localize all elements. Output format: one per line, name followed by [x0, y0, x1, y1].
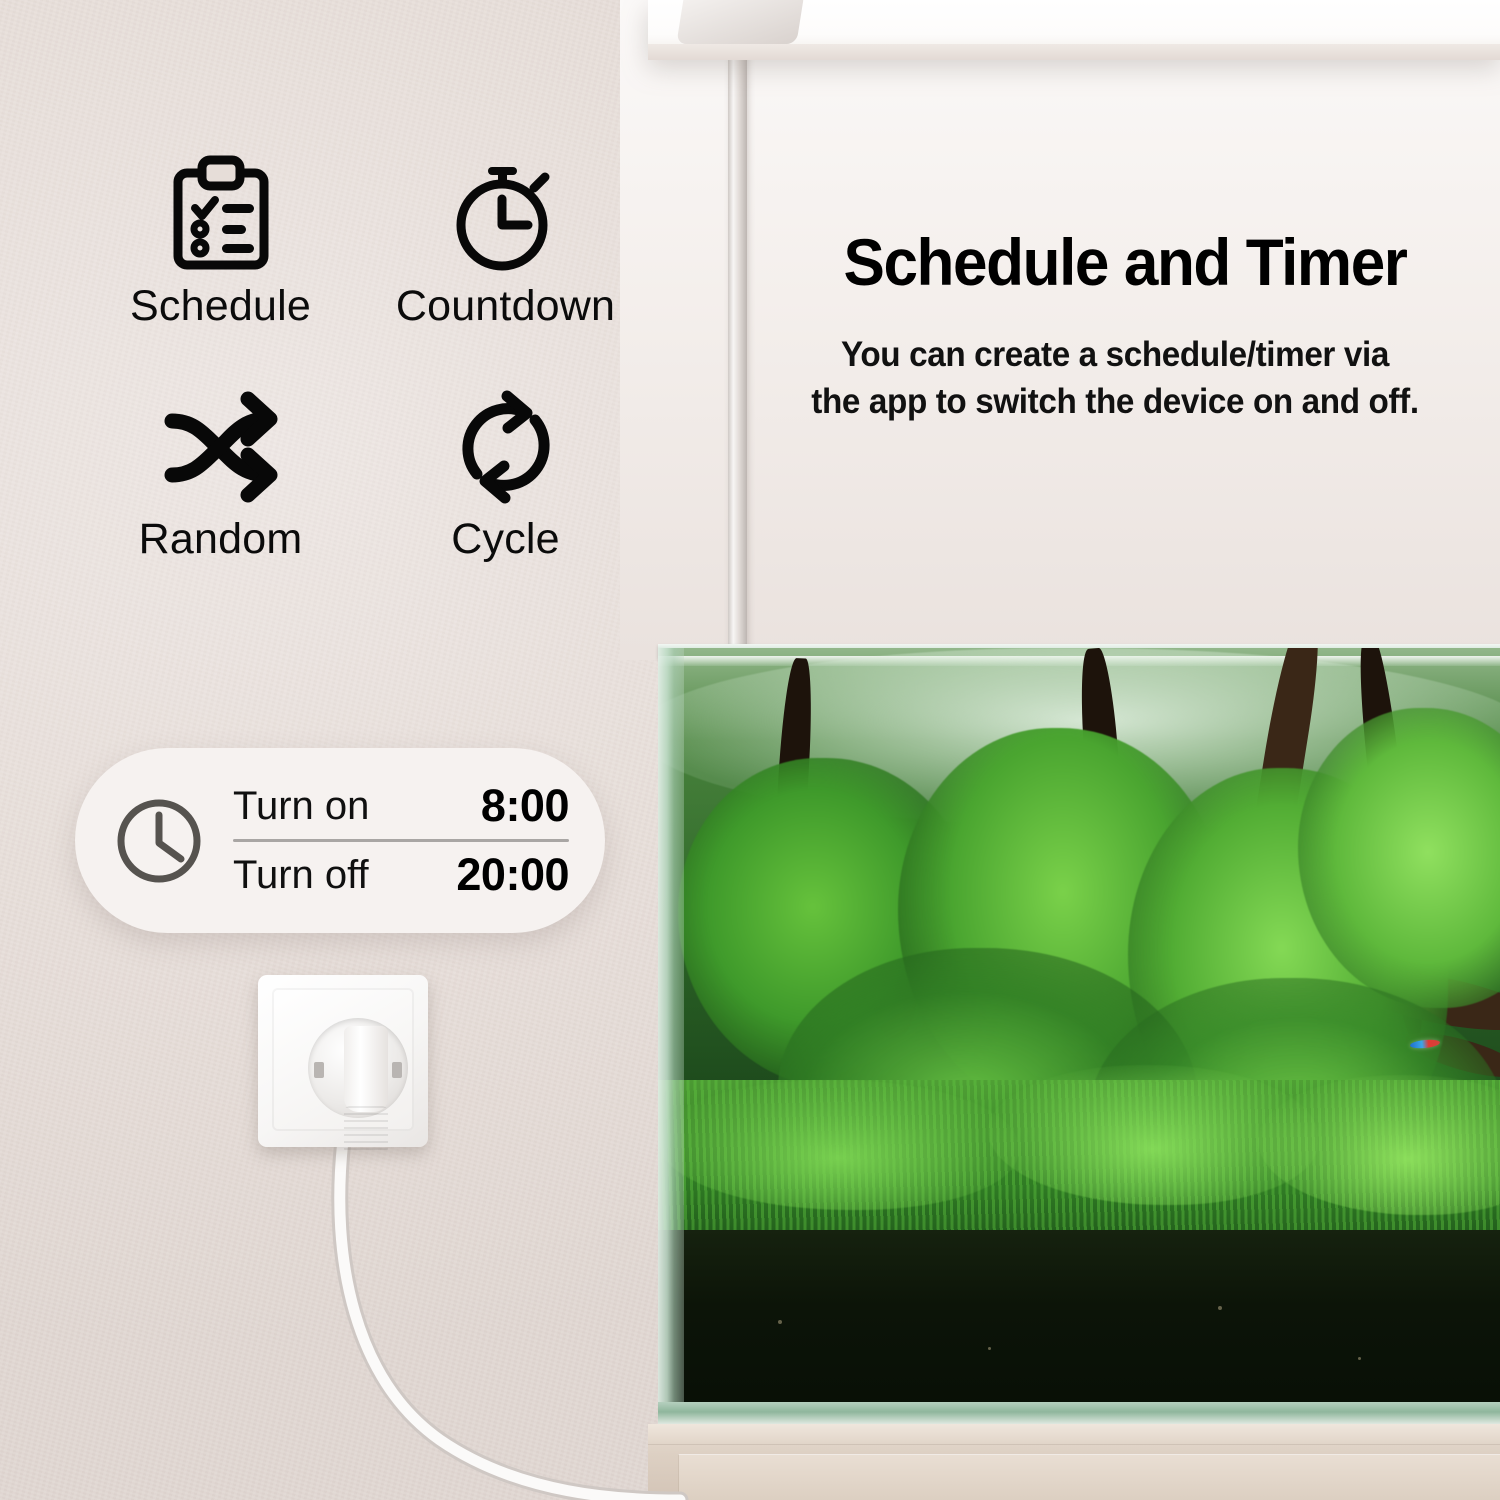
schedule-rows: Turn on 8:00 Turn off 20:00	[233, 773, 605, 908]
substrate-grain	[988, 1347, 991, 1350]
tank-bottom-glass	[658, 1402, 1500, 1424]
feature-cycle[interactable]: Cycle	[363, 383, 648, 564]
wall-power-socket[interactable]	[258, 975, 428, 1154]
cabinet-top-surface	[648, 1424, 1500, 1445]
stopwatch-icon	[363, 150, 648, 278]
subtitle-line-1: You can create a schedule/timer via	[841, 335, 1389, 374]
plug-cable-strain-relief	[344, 1106, 388, 1154]
light-support-pole	[728, 40, 747, 660]
socket-earth-contact-left	[314, 1062, 324, 1078]
substrate-grain	[778, 1320, 782, 1324]
tank-substrate	[658, 1230, 1500, 1420]
feature-label: Countdown	[395, 282, 616, 330]
socket-earth-contact-right	[392, 1062, 402, 1078]
feature-label: Random	[138, 515, 303, 563]
cycle-refresh-icon	[363, 383, 648, 511]
feature-label: Cycle	[451, 515, 560, 563]
page-title: Schedule and Timer	[843, 225, 1407, 299]
feature-countdown[interactable]: Countdown	[363, 150, 648, 331]
feature-grid: Schedule Countdown Random Cycle	[78, 150, 648, 564]
shuffle-icon	[78, 383, 363, 511]
led-light-front-edge	[648, 44, 1500, 60]
schedule-row-on[interactable]: Turn on 8:00	[233, 773, 570, 839]
feature-row-bottom: Random Cycle	[78, 383, 648, 564]
substrate-grain	[1358, 1357, 1361, 1360]
aquarium-tank	[658, 648, 1500, 1420]
led-light-endcap	[676, 0, 804, 44]
cabinet-drawer	[678, 1454, 1500, 1500]
turn-off-time: 20:00	[456, 849, 569, 900]
tank-glass-left-edge	[658, 648, 684, 1420]
socket-faceplate	[272, 988, 414, 1154]
feature-label: Schedule	[130, 282, 311, 330]
turn-on-time: 8:00	[480, 780, 570, 831]
page-subtitle: You can create a schedule/timer via the …	[749, 332, 1481, 426]
clipboard-checklist-icon	[78, 150, 363, 278]
substrate-grain	[1218, 1306, 1222, 1310]
aquarium-cabinet	[648, 1424, 1500, 1500]
turn-on-label: Turn on	[233, 783, 370, 828]
schedule-card[interactable]: Turn on 8:00 Turn off 20:00	[75, 748, 605, 933]
clock-icon	[111, 793, 207, 889]
turn-off-label: Turn off	[233, 852, 369, 897]
schedule-row-off[interactable]: Turn off 20:00	[233, 842, 569, 908]
feature-row-top: Schedule Countdown	[78, 150, 648, 331]
power-plug[interactable]	[344, 1026, 388, 1112]
feature-random[interactable]: Random	[78, 383, 363, 564]
subtitle-line-2: the app to switch the device on and off.	[811, 381, 1419, 421]
product-feature-image: Schedule Countdown Random Cycle Schedule…	[0, 0, 1500, 1500]
feature-schedule[interactable]: Schedule	[78, 150, 363, 331]
